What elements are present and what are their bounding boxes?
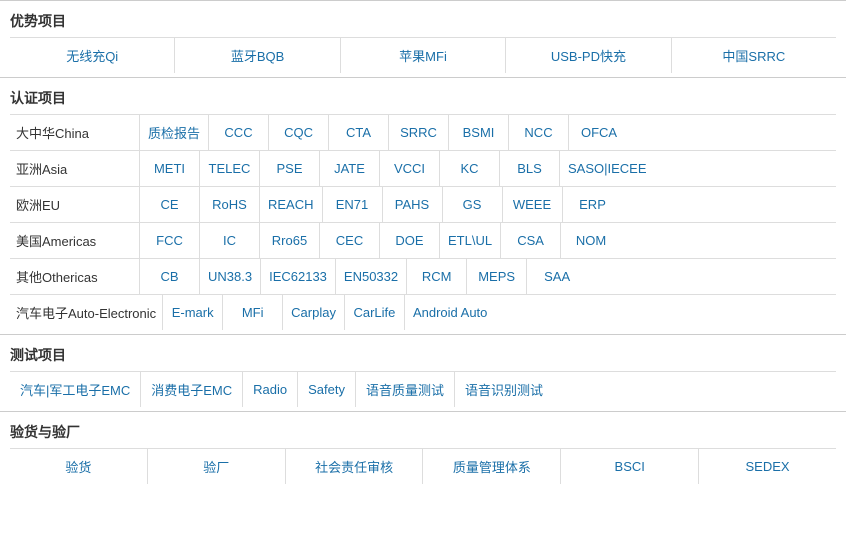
cert-row-label: 美国Americas	[10, 223, 140, 258]
test-cell[interactable]: 语音识别测试	[455, 372, 553, 407]
cert-cell[interactable]: Android Auto	[405, 295, 495, 330]
cert-cell[interactable]: ETL\UL	[440, 223, 501, 258]
cert-cell[interactable]: REACH	[260, 187, 323, 222]
cert-cell[interactable]: UN38.3	[200, 259, 261, 294]
cert-cell[interactable]: E-mark	[163, 295, 223, 330]
cert-cell[interactable]: PSE	[260, 151, 320, 186]
inspect-section: 验货与验厂 验货验厂社会责任审核质量管理体系BSCISEDEX	[0, 411, 846, 488]
cert-cell[interactable]: VCCI	[380, 151, 440, 186]
certification-section: 认证项目 大中华China质检报告CCCCQCCTASRRCBSMINCCOFC…	[0, 77, 846, 334]
certification-title: 认证项目	[10, 84, 836, 114]
cert-cell[interactable]: ERP	[563, 187, 623, 222]
cert-row: 汽车电子Auto-ElectronicE-markMFiCarplayCarLi…	[10, 294, 836, 330]
cert-row-label: 亚洲Asia	[10, 151, 140, 186]
cert-row-items: FCCICRro65CECDOEETL\ULCSANOM	[140, 223, 836, 258]
cert-cell[interactable]: CSA	[501, 223, 561, 258]
cert-cell[interactable]: DOE	[380, 223, 440, 258]
cert-cell[interactable]: MEPS	[467, 259, 527, 294]
cert-cell[interactable]: GS	[443, 187, 503, 222]
cert-cell[interactable]: RCM	[407, 259, 467, 294]
advantage-cell[interactable]: 苹果MFi	[341, 38, 506, 73]
cert-cell[interactable]: IC	[200, 223, 260, 258]
advantage-cell[interactable]: USB-PD快充	[506, 38, 671, 73]
cert-cell[interactable]: MFi	[223, 295, 283, 330]
test-row: 汽车|军工电子EMC消费电子EMCRadioSafety语音质量测试语音识别测试	[10, 371, 836, 407]
cert-row-label: 汽车电子Auto-Electronic	[10, 295, 163, 330]
inspect-cell[interactable]: 质量管理体系	[423, 449, 561, 484]
advantage-cell[interactable]: 中国SRRC	[672, 38, 836, 73]
test-title: 测试项目	[10, 341, 836, 371]
test-section: 测试项目 汽车|军工电子EMC消费电子EMCRadioSafety语音质量测试语…	[0, 334, 846, 411]
cert-cell[interactable]: CEC	[320, 223, 380, 258]
inspect-row: 验货验厂社会责任审核质量管理体系BSCISEDEX	[10, 448, 836, 484]
inspect-cell[interactable]: BSCI	[561, 449, 699, 484]
cert-row: 亚洲AsiaMETITELECPSEJATEVCCIKCBLSSASO|IECE…	[10, 150, 836, 186]
cert-cell[interactable]: EN71	[323, 187, 383, 222]
advantage-title: 优势项目	[10, 7, 836, 37]
advantage-cell[interactable]: 无线充Qi	[10, 38, 175, 73]
inspect-cell[interactable]: 验厂	[148, 449, 286, 484]
cert-cell[interactable]: BSMI	[449, 115, 509, 150]
inspect-title: 验货与验厂	[10, 418, 836, 448]
advantage-section: 优势项目 无线充Qi蓝牙BQB苹果MFiUSB-PD快充中国SRRC	[0, 0, 846, 77]
cert-cell[interactable]: OFCA	[569, 115, 629, 150]
advantage-cell[interactable]: 蓝牙BQB	[175, 38, 340, 73]
inspect-cell[interactable]: SEDEX	[699, 449, 836, 484]
cert-cell[interactable]: IEC62133	[261, 259, 336, 294]
cert-cell[interactable]: PAHS	[383, 187, 443, 222]
test-cell[interactable]: Safety	[298, 372, 356, 407]
cert-cell[interactable]: Rro65	[260, 223, 320, 258]
cert-row-items: METITELECPSEJATEVCCIKCBLSSASO|IECEE	[140, 151, 836, 186]
cert-row: 其他OthericasCBUN38.3IEC62133EN50332RCMMEP…	[10, 258, 836, 294]
test-cell[interactable]: 消费电子EMC	[141, 372, 243, 407]
cert-cell[interactable]: CE	[140, 187, 200, 222]
cert-cell[interactable]: WEEE	[503, 187, 563, 222]
cert-row-label: 欧洲EU	[10, 187, 140, 222]
cert-row: 大中华China质检报告CCCCQCCTASRRCBSMINCCOFCA	[10, 114, 836, 150]
cert-cell[interactable]: SASO|IECEE	[560, 151, 655, 186]
cert-row-label: 其他Othericas	[10, 259, 140, 294]
cert-row: 美国AmericasFCCICRro65CECDOEETL\ULCSANOM	[10, 222, 836, 258]
cert-row: 欧洲EUCERoHSREACHEN71PAHSGSWEEEERP	[10, 186, 836, 222]
test-cell[interactable]: 语音质量测试	[356, 372, 455, 407]
cert-cell[interactable]: JATE	[320, 151, 380, 186]
cert-row-items: CERoHSREACHEN71PAHSGSWEEEERP	[140, 187, 836, 222]
cert-row-items: 质检报告CCCCQCCTASRRCBSMINCCOFCA	[140, 115, 836, 150]
cert-cell[interactable]: SRRC	[389, 115, 449, 150]
cert-cell[interactable]: METI	[140, 151, 200, 186]
inspect-cell[interactable]: 社会责任审核	[286, 449, 424, 484]
cert-row-items: E-markMFiCarplayCarLifeAndroid Auto	[163, 295, 836, 330]
cert-cell[interactable]: FCC	[140, 223, 200, 258]
cert-cell[interactable]: CB	[140, 259, 200, 294]
cert-cell[interactable]: RoHS	[200, 187, 260, 222]
cert-cell[interactable]: NOM	[561, 223, 621, 258]
cert-row-items: CBUN38.3IEC62133EN50332RCMMEPSSAA	[140, 259, 836, 294]
cert-cell[interactable]: NCC	[509, 115, 569, 150]
test-cell[interactable]: Radio	[243, 372, 298, 407]
cert-cell[interactable]: KC	[440, 151, 500, 186]
cert-cell[interactable]: TELEC	[200, 151, 260, 186]
cert-row-label: 大中华China	[10, 115, 140, 150]
inspect-cell[interactable]: 验货	[10, 449, 148, 484]
cert-cell[interactable]: EN50332	[336, 259, 407, 294]
cert-cell[interactable]: SAA	[527, 259, 587, 294]
cert-cell[interactable]: CCC	[209, 115, 269, 150]
cert-cell[interactable]: CarLife	[345, 295, 405, 330]
test-cell[interactable]: 汽车|军工电子EMC	[10, 372, 141, 407]
cert-cell[interactable]: BLS	[500, 151, 560, 186]
cert-cell[interactable]: 质检报告	[140, 115, 209, 150]
cert-cell[interactable]: CQC	[269, 115, 329, 150]
certification-rows: 大中华China质检报告CCCCQCCTASRRCBSMINCCOFCA亚洲As…	[10, 114, 836, 330]
cert-cell[interactable]: CTA	[329, 115, 389, 150]
advantage-row: 无线充Qi蓝牙BQB苹果MFiUSB-PD快充中国SRRC	[10, 37, 836, 73]
cert-cell[interactable]: Carplay	[283, 295, 345, 330]
